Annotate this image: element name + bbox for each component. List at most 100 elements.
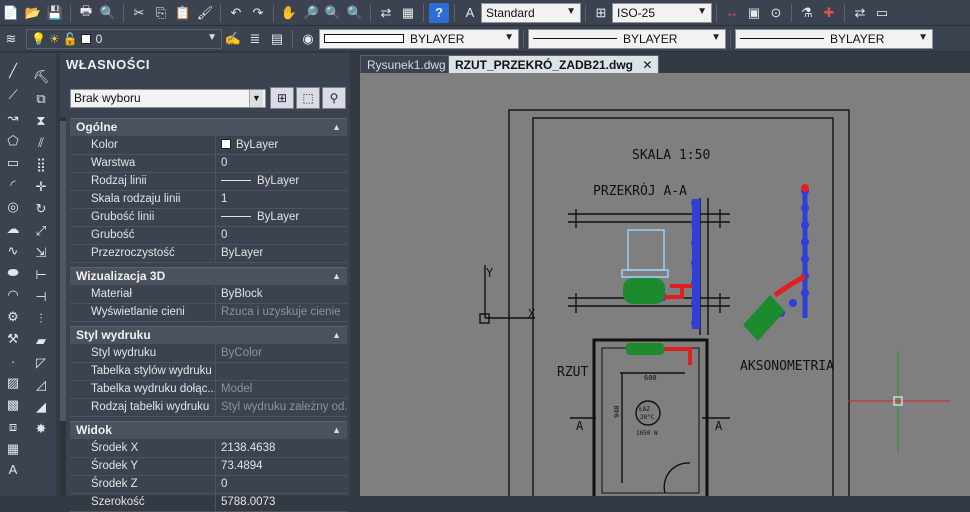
property-row[interactable]: Przezroczystość ByLayer: [70, 245, 347, 263]
property-value[interactable]: 5788.0073: [221, 494, 347, 511]
copy-icon[interactable]: ⎘: [151, 3, 171, 23]
ellipse-icon[interactable]: ⬬: [2, 263, 24, 283]
zoom-window-icon[interactable]: 🔍: [323, 3, 343, 23]
quick-select-button[interactable]: ⚲: [322, 87, 346, 109]
new-file-icon[interactable]: 📄: [1, 3, 21, 23]
table-icon[interactable]: ▦: [2, 439, 24, 459]
property-value[interactable]: 0: [221, 476, 347, 493]
select-objects-button[interactable]: ⬚: [296, 87, 320, 109]
lineweight-select[interactable]: BYLAYER ▼: [735, 28, 933, 49]
property-value[interactable]: ByColor: [221, 345, 347, 362]
print-preview-icon[interactable]: 🔍: [98, 3, 118, 23]
property-row[interactable]: Grubość linii ByLayer: [70, 209, 347, 227]
property-row[interactable]: Skala rodzaju linii 1: [70, 191, 347, 209]
scrollbar-thumb[interactable]: [60, 121, 66, 421]
property-row[interactable]: Rodzaj linii ByLayer: [70, 173, 347, 191]
break-icon[interactable]: ⫶: [30, 309, 52, 329]
polygon-icon[interactable]: ⬠: [2, 131, 24, 151]
construction-line-icon[interactable]: ⟋: [2, 85, 24, 105]
print-icon[interactable]: 🖶: [76, 3, 96, 23]
property-value[interactable]: 0: [221, 227, 347, 244]
property-value[interactable]: Rzuca i uzyskuje cienie: [221, 304, 347, 321]
save-icon[interactable]: 💾: [45, 3, 65, 23]
text-style-select[interactable]: Standard ▼: [481, 2, 581, 23]
extend-icon[interactable]: ⊣: [30, 287, 52, 307]
property-value[interactable]: [221, 363, 347, 380]
collapse-icon[interactable]: ▲: [332, 422, 341, 439]
property-value[interactable]: Model: [221, 381, 347, 398]
mtext-icon[interactable]: A: [2, 459, 24, 479]
explode-icon[interactable]: ✸: [30, 419, 52, 439]
dim-style-icon[interactable]: ⊞: [591, 3, 611, 23]
sheet-set-icon[interactable]: ⇄: [376, 3, 396, 23]
toggle-pickadd-button[interactable]: ⊞: [270, 87, 294, 109]
property-value[interactable]: 2138.4638: [221, 440, 347, 457]
trim-icon[interactable]: ⊢: [30, 265, 52, 285]
blend-icon[interactable]: ◢: [30, 397, 52, 417]
multileader-style-icon[interactable]: ▣: [744, 3, 764, 23]
region-icon[interactable]: ⧈: [2, 417, 24, 437]
calculator-icon[interactable]: ▦: [398, 3, 418, 23]
property-row[interactable]: Kolor ByLayer: [70, 137, 347, 155]
arc-icon[interactable]: ◜: [2, 175, 24, 195]
collapse-icon[interactable]: ▲: [332, 268, 341, 285]
property-value[interactable]: ByBlock: [221, 286, 347, 303]
copy-object-icon[interactable]: ⧉: [30, 89, 52, 109]
gradient-icon[interactable]: ▩: [2, 395, 24, 415]
polyline-icon[interactable]: ↝: [2, 108, 24, 128]
scale-icon[interactable]: ⤢: [30, 221, 52, 241]
circle-icon[interactable]: ◎: [2, 197, 24, 217]
rectangle-icon[interactable]: ▭: [2, 153, 24, 173]
property-row[interactable]: Rodzaj tabelki wydruku Styl wydruku zależ…: [70, 399, 347, 417]
tab-rzut-przekroj[interactable]: RZUT_PRZEKRÓ_ZADB21.dwg ✕: [448, 55, 660, 74]
property-value[interactable]: Styl wydruku zależny od...: [221, 399, 347, 416]
palette-scrollbar[interactable]: [60, 117, 66, 496]
property-value[interactable]: 73.4894: [221, 458, 347, 475]
collapse-icon[interactable]: ▲: [332, 119, 341, 136]
section-header[interactable]: Widok ▲: [70, 421, 347, 439]
property-row[interactable]: Styl wydruku ByColor: [70, 345, 347, 363]
design-center-icon[interactable]: ⚗: [797, 3, 817, 23]
zoom-previous-icon[interactable]: 🔍: [345, 3, 365, 23]
tab-rysunek1[interactable]: Rysunek1.dwg: [360, 55, 453, 74]
match-properties-icon[interactable]: 🖌: [195, 3, 215, 23]
color-wheel-icon[interactable]: ◉: [298, 29, 318, 49]
make-block-icon[interactable]: ⚒: [2, 329, 24, 349]
offset-icon[interactable]: ⫽: [30, 133, 52, 153]
revision-cloud-icon[interactable]: ☁: [2, 219, 24, 239]
property-row[interactable]: Tabelka stylów wydruku: [70, 363, 347, 381]
property-value[interactable]: 1: [221, 191, 347, 208]
fillet-icon[interactable]: ◿: [30, 375, 52, 395]
property-row[interactable]: Materiał ByBlock: [70, 286, 347, 304]
layer-manager-icon[interactable]: ≋: [1, 29, 21, 49]
redo-icon[interactable]: ↷: [248, 3, 268, 23]
erase-icon[interactable]: ⛏: [30, 67, 52, 87]
point-icon[interactable]: ·: [2, 351, 24, 371]
property-row[interactable]: Tabelka wydruku dołąc... Model: [70, 381, 347, 399]
property-row[interactable]: Warstwa 0: [70, 155, 347, 173]
linetype-select[interactable]: BYLAYER ▼: [528, 28, 726, 49]
insert-block-icon[interactable]: ⚙: [2, 307, 24, 327]
property-row[interactable]: Środek Z 0: [70, 476, 347, 494]
tool-palettes-icon[interactable]: ✚: [819, 3, 839, 23]
chamfer-icon[interactable]: ◸: [30, 353, 52, 373]
paste-icon[interactable]: 📋: [173, 3, 193, 23]
property-row[interactable]: Szerokość 5788.0073: [70, 494, 347, 512]
property-value[interactable]: ByLayer: [221, 209, 347, 226]
close-icon[interactable]: ✕: [642, 58, 652, 72]
property-value[interactable]: 0: [221, 155, 347, 172]
help-icon[interactable]: ?: [429, 2, 449, 23]
layer-states-icon[interactable]: ▤: [267, 29, 287, 49]
table-style-icon[interactable]: ↔: [722, 3, 742, 23]
pan-icon[interactable]: ✋: [279, 3, 299, 23]
property-row[interactable]: Środek Y 73.4894: [70, 458, 347, 476]
drawing-viewport[interactable]: SKALA 1:50 PRZEKRÓJ A-A RZUT AKSONOMETRI…: [360, 73, 970, 496]
join-icon[interactable]: ▰: [30, 331, 52, 351]
color-select[interactable]: BYLAYER ▼: [319, 28, 519, 49]
property-row[interactable]: Grubość 0: [70, 227, 347, 245]
hatch-icon[interactable]: ▨: [2, 373, 24, 393]
layer-previous-icon[interactable]: ≣: [245, 29, 265, 49]
property-row[interactable]: Środek X 2138.4638: [70, 440, 347, 458]
move-icon[interactable]: ✛: [30, 177, 52, 197]
mirror-icon[interactable]: ⧗: [30, 111, 52, 131]
